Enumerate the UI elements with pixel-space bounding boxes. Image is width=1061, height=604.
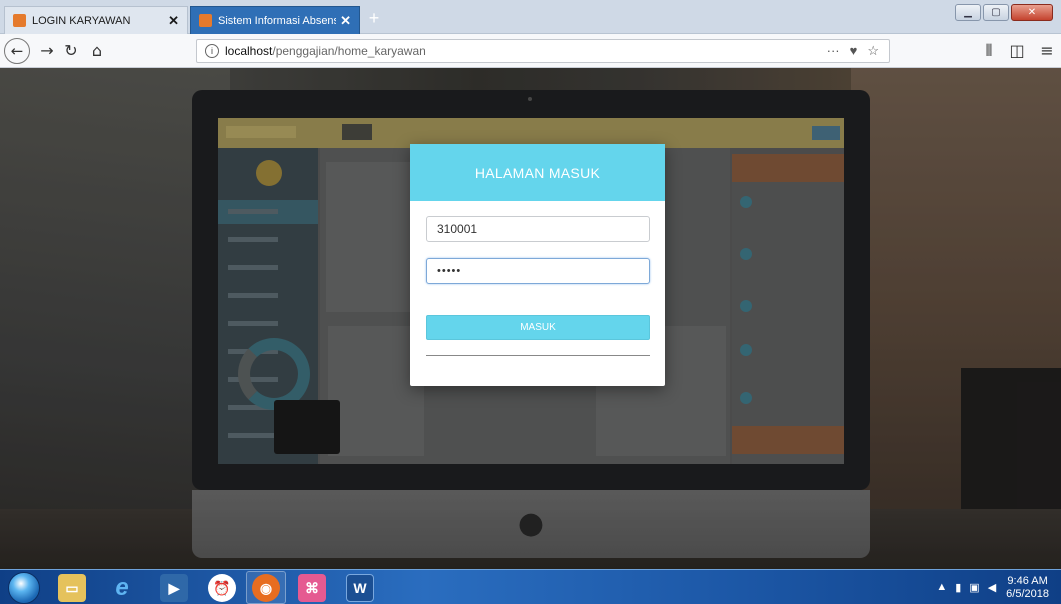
password-input[interactable]: ••••• <box>426 258 650 284</box>
file-explorer-icon[interactable]: ▭ <box>58 574 86 602</box>
minimize-button[interactable]: ▁ <box>955 4 981 21</box>
clock[interactable]: 9:46 AM 6/5/2018 <box>1006 575 1049 601</box>
system-tray: ▲ ▮ ▣ ◀ 9:46 AM 6/5/2018 <box>931 570 1061 604</box>
volume-icon[interactable]: ◀ <box>988 581 996 594</box>
forward-icon[interactable]: → <box>36 41 58 61</box>
home-icon[interactable]: ⌂ <box>86 41 108 61</box>
tab-close-icon[interactable]: ✕ <box>168 13 179 29</box>
url-host: localhost <box>225 44 273 58</box>
alarm-icon[interactable]: ⏰ <box>208 574 236 602</box>
back-icon[interactable]: ← <box>4 38 30 64</box>
bookmark-star-icon[interactable]: ☆ <box>867 43 879 59</box>
network-icon[interactable]: ▣ <box>969 581 979 594</box>
url-path: /penggajian/home_karyawan <box>272 44 426 58</box>
site-favicon-icon <box>199 14 212 27</box>
close-window-button[interactable]: ✕ <box>1011 4 1053 21</box>
show-hidden-icons-icon[interactable]: ▲ <box>936 581 947 594</box>
tray-icons: ▲ ▮ ▣ ◀ <box>936 581 996 594</box>
login-modal: HALAMAN MASUK 310001 ••••• MASUK <box>410 144 665 386</box>
reload-icon[interactable]: ↻ <box>60 41 82 61</box>
start-icon[interactable] <box>8 572 40 604</box>
url-actions: ··· ♥ ☆ <box>827 43 889 59</box>
address-bar[interactable]: i localhost /penggajian/home_karyawan ··… <box>196 39 890 63</box>
login-title: HALAMAN MASUK <box>474 164 601 181</box>
clock-time: 9:46 AM <box>1007 574 1048 587</box>
sidebar-icon[interactable]: ◫ <box>1006 41 1028 61</box>
signal-icon[interactable]: ▮ <box>955 581 961 594</box>
app-icon[interactable]: ⌘ <box>298 574 326 602</box>
browser-nav-bar: ← → ↻ ⌂ i localhost /penggajian/home_kar… <box>0 34 1061 68</box>
page-actions-icon[interactable]: ··· <box>827 43 840 59</box>
site-info-icon[interactable]: i <box>205 44 219 58</box>
browser-tab-bar: LOGIN KARYAWAN ✕ Sistem Informasi Absens… <box>0 0 1061 34</box>
firefox-icon[interactable]: ◉ <box>252 574 280 602</box>
tab-sistem-informasi[interactable]: Sistem Informasi Absensi & Pe ✕ <box>190 6 360 34</box>
login-submit-button[interactable]: MASUK <box>426 315 650 340</box>
login-modal-header: HALAMAN MASUK <box>410 144 665 201</box>
window-controls: ▁ ▢ ✕ <box>955 4 1053 21</box>
site-favicon-icon <box>13 14 26 27</box>
tab-label: LOGIN KARYAWAN <box>32 14 131 27</box>
word-icon[interactable]: W <box>346 574 374 602</box>
new-tab-button[interactable]: + <box>364 8 384 28</box>
clock-date: 6/5/2018 <box>1006 587 1049 600</box>
tab-close-icon[interactable]: ✕ <box>340 13 351 29</box>
username-input[interactable]: 310001 <box>426 216 650 242</box>
media-player-icon[interactable]: ▶ <box>160 574 188 602</box>
internet-explorer-icon[interactable]: e <box>108 574 136 602</box>
maximize-button[interactable]: ▢ <box>983 4 1009 21</box>
library-icon[interactable]: ⫴ <box>978 41 1000 61</box>
tab-login-karyawan[interactable]: LOGIN KARYAWAN ✕ <box>4 6 188 34</box>
pocket-icon[interactable]: ♥ <box>850 43 858 59</box>
taskbar: ▭ e ▶ ⏰ ◉ ⌘ W ▲ ▮ ▣ ◀ 9:46 AM 6/5/2018 <box>0 569 1061 604</box>
menu-icon[interactable]: ≡ <box>1036 41 1058 61</box>
modal-divider <box>426 355 650 356</box>
tab-label: Sistem Informasi Absensi & Pe <box>218 14 336 27</box>
